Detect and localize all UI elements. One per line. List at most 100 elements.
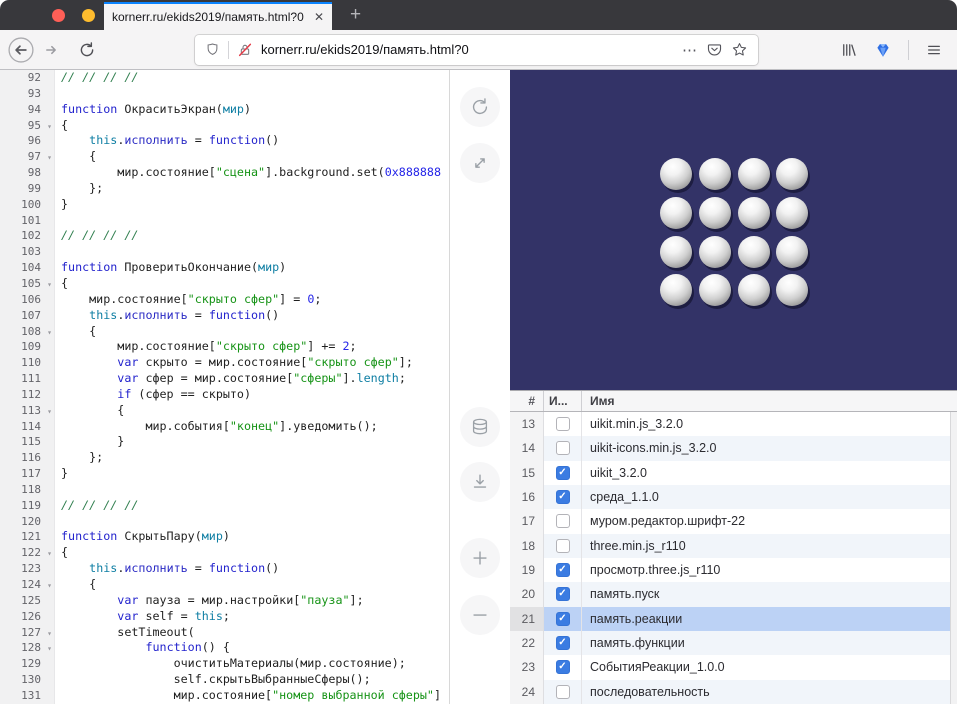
right-panel: # И... Имя 13uikit.min.js_3.2.014uikit-i… bbox=[510, 70, 957, 704]
minimize-window-button[interactable] bbox=[82, 9, 95, 22]
code-line: // // // // bbox=[61, 228, 449, 244]
gutter-line: 129 bbox=[0, 656, 54, 672]
editor-code-area[interactable]: // // // //function ОкраситьЭкран(мир){ … bbox=[55, 70, 449, 704]
three-scene-canvas[interactable] bbox=[510, 70, 957, 390]
fold-arrow-icon[interactable]: ▾ bbox=[47, 546, 52, 562]
sphere bbox=[738, 158, 770, 190]
fold-arrow-icon[interactable]: ▾ bbox=[47, 641, 52, 657]
code-line: } bbox=[61, 466, 449, 482]
table-row[interactable]: 23✓СобытияРеакции_1.0.0 bbox=[510, 655, 957, 679]
header-used: И... bbox=[544, 391, 582, 411]
expand-button[interactable] bbox=[460, 143, 500, 183]
row-checkbox-cell bbox=[544, 534, 582, 558]
sphere bbox=[660, 274, 692, 306]
gutter-line: 101 bbox=[0, 213, 54, 229]
table-row[interactable]: 17муром.редактор.шрифт-22 bbox=[510, 509, 957, 533]
row-name: последовательность bbox=[582, 680, 957, 704]
table-row[interactable]: 22✓память.функции bbox=[510, 631, 957, 655]
gutter-line: 130 bbox=[0, 672, 54, 688]
row-checkbox[interactable]: ✓ bbox=[556, 660, 570, 674]
gutter-line: 95▾ bbox=[0, 118, 54, 134]
gutter-line: 127▾ bbox=[0, 625, 54, 641]
insecure-connection-lock-icon[interactable] bbox=[237, 42, 253, 58]
layers-button[interactable] bbox=[460, 407, 500, 447]
row-checkbox[interactable] bbox=[556, 685, 570, 699]
navigation-toolbar: kornerr.ru/ekids2019/память.html?0 ⋯ bbox=[0, 30, 957, 70]
table-scrollbar-track[interactable] bbox=[950, 412, 957, 704]
table-row[interactable]: 20✓память.пуск bbox=[510, 582, 957, 606]
table-row[interactable]: 24последовательность bbox=[510, 680, 957, 704]
gutter-line: 122▾ bbox=[0, 545, 54, 561]
fold-arrow-icon[interactable]: ▾ bbox=[47, 578, 52, 594]
gutter-line: 115 bbox=[0, 434, 54, 450]
zoom-in-button[interactable] bbox=[460, 538, 500, 578]
gutter-line: 124▾ bbox=[0, 577, 54, 593]
table-row[interactable]: 19✓просмотр.three.js_r110 bbox=[510, 558, 957, 582]
row-number: 18 bbox=[510, 534, 544, 558]
tracking-protection-shield-icon[interactable] bbox=[205, 42, 220, 57]
gutter-line: 111 bbox=[0, 371, 54, 387]
zoom-out-button[interactable] bbox=[460, 595, 500, 635]
fold-arrow-icon[interactable]: ▾ bbox=[47, 325, 52, 341]
download-button[interactable] bbox=[460, 462, 500, 502]
url-text[interactable]: kornerr.ru/ekids2019/память.html?0 bbox=[261, 42, 674, 57]
sphere bbox=[776, 197, 808, 229]
row-checkbox[interactable] bbox=[556, 514, 570, 528]
gutter-line: 99 bbox=[0, 181, 54, 197]
new-tab-button[interactable]: + bbox=[344, 0, 367, 30]
table-row[interactable]: 16 ✓ среда_1.1.0 bbox=[510, 485, 957, 509]
row-checkbox[interactable]: ✓ bbox=[556, 587, 570, 601]
row-checkbox[interactable]: ✓ bbox=[556, 563, 570, 577]
browser-tab[interactable]: kornerr.ru/ekids2019/память.html?0 ✕ bbox=[104, 2, 332, 30]
gutter-line: 112 bbox=[0, 387, 54, 403]
bookmark-star-icon[interactable] bbox=[731, 41, 748, 58]
gutter-line: 121 bbox=[0, 529, 54, 545]
row-number: 16 bbox=[510, 485, 544, 509]
fold-arrow-icon[interactable]: ▾ bbox=[47, 150, 52, 166]
sphere bbox=[660, 197, 692, 229]
gutter-line: 96 bbox=[0, 133, 54, 149]
gutter-line: 119 bbox=[0, 498, 54, 514]
forward-button[interactable] bbox=[36, 35, 66, 65]
code-line: function() { bbox=[61, 640, 449, 656]
extension-gem-icon[interactable] bbox=[868, 35, 898, 65]
code-line: очиститьМатериалы(мир.состояние); bbox=[61, 656, 449, 672]
row-checkbox[interactable]: ✓ bbox=[556, 490, 570, 504]
row-checkbox[interactable]: ✓ bbox=[556, 466, 570, 480]
row-checkbox[interactable] bbox=[556, 539, 570, 553]
menu-hamburger-icon[interactable] bbox=[919, 35, 949, 65]
row-checkbox-cell bbox=[544, 509, 582, 533]
code-line: мир.состояние["скрыто сфер"] = 0; bbox=[61, 292, 449, 308]
row-checkbox[interactable]: ✓ bbox=[556, 612, 570, 626]
back-button[interactable] bbox=[6, 35, 36, 65]
table-row[interactable]: 18three.min.js_r110 bbox=[510, 534, 957, 558]
tab-title: kornerr.ru/ekids2019/память.html?0 bbox=[112, 10, 310, 24]
url-bar[interactable]: kornerr.ru/ekids2019/память.html?0 ⋯ bbox=[195, 35, 758, 65]
row-checkbox[interactable]: ✓ bbox=[556, 636, 570, 650]
gutter-line: 109 bbox=[0, 339, 54, 355]
table-row[interactable]: 14uikit-icons.min.js_3.2.0 bbox=[510, 436, 957, 460]
table-row[interactable]: 15✓uikit_3.2.0 bbox=[510, 461, 957, 485]
table-row[interactable]: 21✓память.реакции bbox=[510, 607, 957, 631]
row-checkbox[interactable] bbox=[556, 417, 570, 431]
row-checkbox-cell: ✓ bbox=[544, 655, 582, 679]
close-window-button[interactable] bbox=[52, 9, 65, 22]
row-checkbox[interactable] bbox=[556, 441, 570, 455]
pocket-icon[interactable] bbox=[706, 41, 723, 58]
fold-arrow-icon[interactable]: ▾ bbox=[47, 277, 52, 293]
row-name: среда_1.1.0 bbox=[582, 485, 957, 509]
tab-close-icon[interactable]: ✕ bbox=[314, 10, 324, 24]
fold-arrow-icon[interactable]: ▾ bbox=[47, 119, 52, 135]
gutter-line: 116 bbox=[0, 450, 54, 466]
library-icon[interactable] bbox=[834, 35, 864, 65]
sphere bbox=[699, 197, 731, 229]
page-actions-icon[interactable]: ⋯ bbox=[682, 41, 698, 59]
gutter-line: 126 bbox=[0, 609, 54, 625]
table-row[interactable]: 13uikit.min.js_3.2.0 bbox=[510, 412, 957, 436]
fold-arrow-icon[interactable]: ▾ bbox=[47, 626, 52, 642]
refresh-button[interactable] bbox=[460, 87, 500, 127]
table-body: 13uikit.min.js_3.2.014uikit-icons.min.js… bbox=[510, 412, 957, 704]
reload-button[interactable] bbox=[72, 35, 102, 65]
code-editor[interactable]: 92939495▾9697▾9899100101102103104105▾106… bbox=[0, 70, 450, 704]
fold-arrow-icon[interactable]: ▾ bbox=[47, 404, 52, 420]
